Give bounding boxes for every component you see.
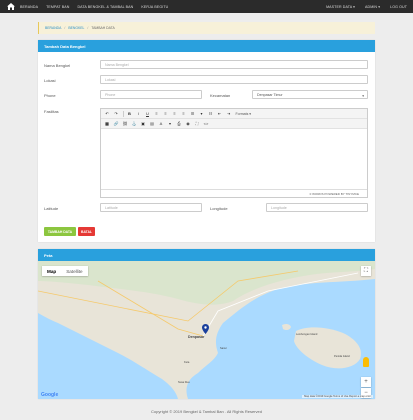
nama-bengkel-label: Nama Bengkel: [44, 63, 71, 68]
chevron-down-icon: ▾: [362, 93, 364, 98]
nav-data-bengkel[interactable]: DATA BENGKEL & TAMBAL BAN: [77, 5, 133, 9]
lokasi-input[interactable]: Lokasi: [100, 75, 368, 84]
breadcrumb: BERANDA / BENGKEL / TAMBAH DATA: [38, 22, 375, 34]
phone-label: Phone: [44, 93, 56, 98]
link-icon[interactable]: 🔗: [112, 120, 120, 127]
align-justify-icon[interactable]: ≡: [180, 110, 188, 117]
map-label-kuta: Kuta: [184, 361, 190, 364]
longitude-input[interactable]: Longitude: [266, 203, 368, 212]
save-button[interactable]: TAMBAH DATA: [44, 227, 76, 236]
code-icon[interactable]: <>: [202, 120, 210, 127]
editor-toolbar-row-1: ↶ ↷ B I U ≡ ≡ ≡ ≡ ☰ ▾ ☷ ⇤ ⇥ Formats ▾: [101, 109, 367, 119]
bold-icon[interactable]: B: [126, 110, 134, 117]
undo-icon[interactable]: ↶: [103, 110, 111, 117]
align-left-icon[interactable]: ≡: [153, 110, 161, 117]
breadcrumb-beranda[interactable]: BERANDA: [45, 26, 61, 30]
top-navbar: BERANDA TEMPAT BAN DATA BENGKEL & TAMBAL…: [0, 0, 413, 13]
list-style-dropdown-icon[interactable]: ▾: [198, 110, 206, 117]
nav-tempat-ban[interactable]: TEMPAT BAN: [46, 5, 69, 9]
map-label-lembongan: Lembongan Island: [296, 333, 318, 336]
breadcrumb-separator: /: [87, 26, 89, 30]
image-icon[interactable]: ▣: [139, 120, 147, 127]
anchor-icon[interactable]: ⚓: [130, 120, 138, 127]
bold-icon[interactable]: ▦: [103, 120, 111, 127]
formats-dropdown[interactable]: Formats ▾: [236, 112, 252, 116]
align-center-icon[interactable]: ≡: [162, 110, 170, 117]
nav-kerja[interactable]: KERJA BEGITU: [141, 5, 168, 9]
editor-word-count: 0 WORDS POWERED BY TINYMCE: [309, 191, 359, 196]
fullscreen-icon[interactable]: ⛶: [361, 266, 371, 276]
numbered-list-icon[interactable]: ☷: [207, 110, 215, 117]
map-card-title: Peta: [38, 249, 375, 261]
map-type-control: Map Satellite: [42, 266, 88, 276]
pegman-icon[interactable]: [363, 357, 369, 367]
zoom-in-button[interactable]: +: [361, 377, 371, 387]
chevron-down-icon[interactable]: ▾: [166, 120, 174, 127]
map-label-penida: Penida Island: [334, 355, 350, 358]
breadcrumb-current: TAMBAH DATA: [91, 26, 115, 30]
fasilitas-label: Fasilitas: [44, 109, 59, 114]
latitude-input[interactable]: Latitude: [100, 203, 202, 212]
nav-logout[interactable]: LOG OUT: [390, 5, 407, 9]
nav-master-data-dropdown[interactable]: MASTER DATA ▾: [326, 5, 355, 9]
align-right-icon[interactable]: ≡: [171, 110, 179, 117]
kecamatan-value: Denpasar Timur: [257, 92, 283, 97]
print-icon[interactable]: ⎙: [175, 120, 183, 127]
longitude-label: Longitude: [210, 206, 228, 211]
unlink-icon[interactable]: ⛓: [121, 120, 129, 127]
bullet-list-icon[interactable]: ☰: [189, 110, 197, 117]
editor-toolbar-row-2: ▦ 🔗 ⛓ ⚓ ▣ ▤ A ▾ ⎙ ◉ ⛶ <>: [101, 119, 367, 129]
kecamatan-label: Kecamatan: [210, 93, 231, 98]
map-type-map-button[interactable]: Map: [42, 266, 61, 276]
underline-icon[interactable]: U: [144, 110, 152, 117]
preview-icon[interactable]: ◉: [184, 120, 192, 127]
cancel-button[interactable]: BATAL: [78, 227, 95, 236]
kecamatan-select[interactable]: Denpasar Timur ▾: [252, 90, 368, 99]
breadcrumb-bengkel[interactable]: BENGKEL: [68, 26, 84, 30]
breadcrumb-separator: /: [64, 26, 66, 30]
home-icon[interactable]: [6, 2, 15, 11]
map-label-sanur: Sanur: [220, 347, 227, 350]
phone-input[interactable]: Phone: [100, 90, 202, 99]
map-label-nusa-dua: Nusa Dua: [178, 381, 190, 384]
editor-status-bar: 0 WORDS POWERED BY TINYMCE: [101, 189, 367, 197]
form-card: Tambah Data Bengkel Nama Bengkel Nama Be…: [38, 40, 375, 242]
page-footer: Copyright © 2019 Bengkel & Tambal Ban . …: [151, 409, 262, 414]
nav-beranda[interactable]: BERANDA: [20, 5, 38, 9]
text-color-icon[interactable]: A: [157, 120, 165, 127]
outdent-icon[interactable]: ⇤: [216, 110, 224, 117]
fullscreen-icon[interactable]: ⛶: [193, 120, 201, 127]
latitude-label: Latitude: [44, 206, 59, 211]
form-card-title: Tambah Data Bengkel: [38, 40, 375, 52]
nav-admin-dropdown[interactable]: ADMIN ▾: [365, 5, 380, 9]
map-card: Peta Map Satellite ⛶ Denpasar Sanur Kuta…: [38, 249, 375, 399]
editor-content-area[interactable]: [101, 129, 367, 191]
map-canvas[interactable]: Map Satellite ⛶ Denpasar Sanur Kuta Nusa…: [38, 261, 375, 399]
toolbar-divider: [123, 110, 124, 117]
map-label-denpasar: Denpasar: [188, 335, 205, 339]
italic-icon[interactable]: I: [135, 110, 143, 117]
lokasi-label: Lokasi: [44, 78, 56, 83]
google-logo: Google: [41, 392, 59, 398]
map-marker-icon[interactable]: [202, 321, 209, 334]
fasilitas-rich-text-editor: ↶ ↷ B I U ≡ ≡ ≡ ≡ ☰ ▾ ☷ ⇤ ⇥ Formats ▾ ▦ …: [100, 108, 368, 198]
map-attribution[interactable]: Map data ©2019 Google Terms of Use Repor…: [302, 395, 373, 398]
indent-icon[interactable]: ⇥: [225, 110, 233, 117]
map-type-satellite-button[interactable]: Satellite: [61, 266, 87, 276]
nama-bengkel-input[interactable]: Nama Bengkel: [100, 60, 368, 69]
redo-icon[interactable]: ↷: [112, 110, 120, 117]
media-icon[interactable]: ▤: [148, 120, 156, 127]
